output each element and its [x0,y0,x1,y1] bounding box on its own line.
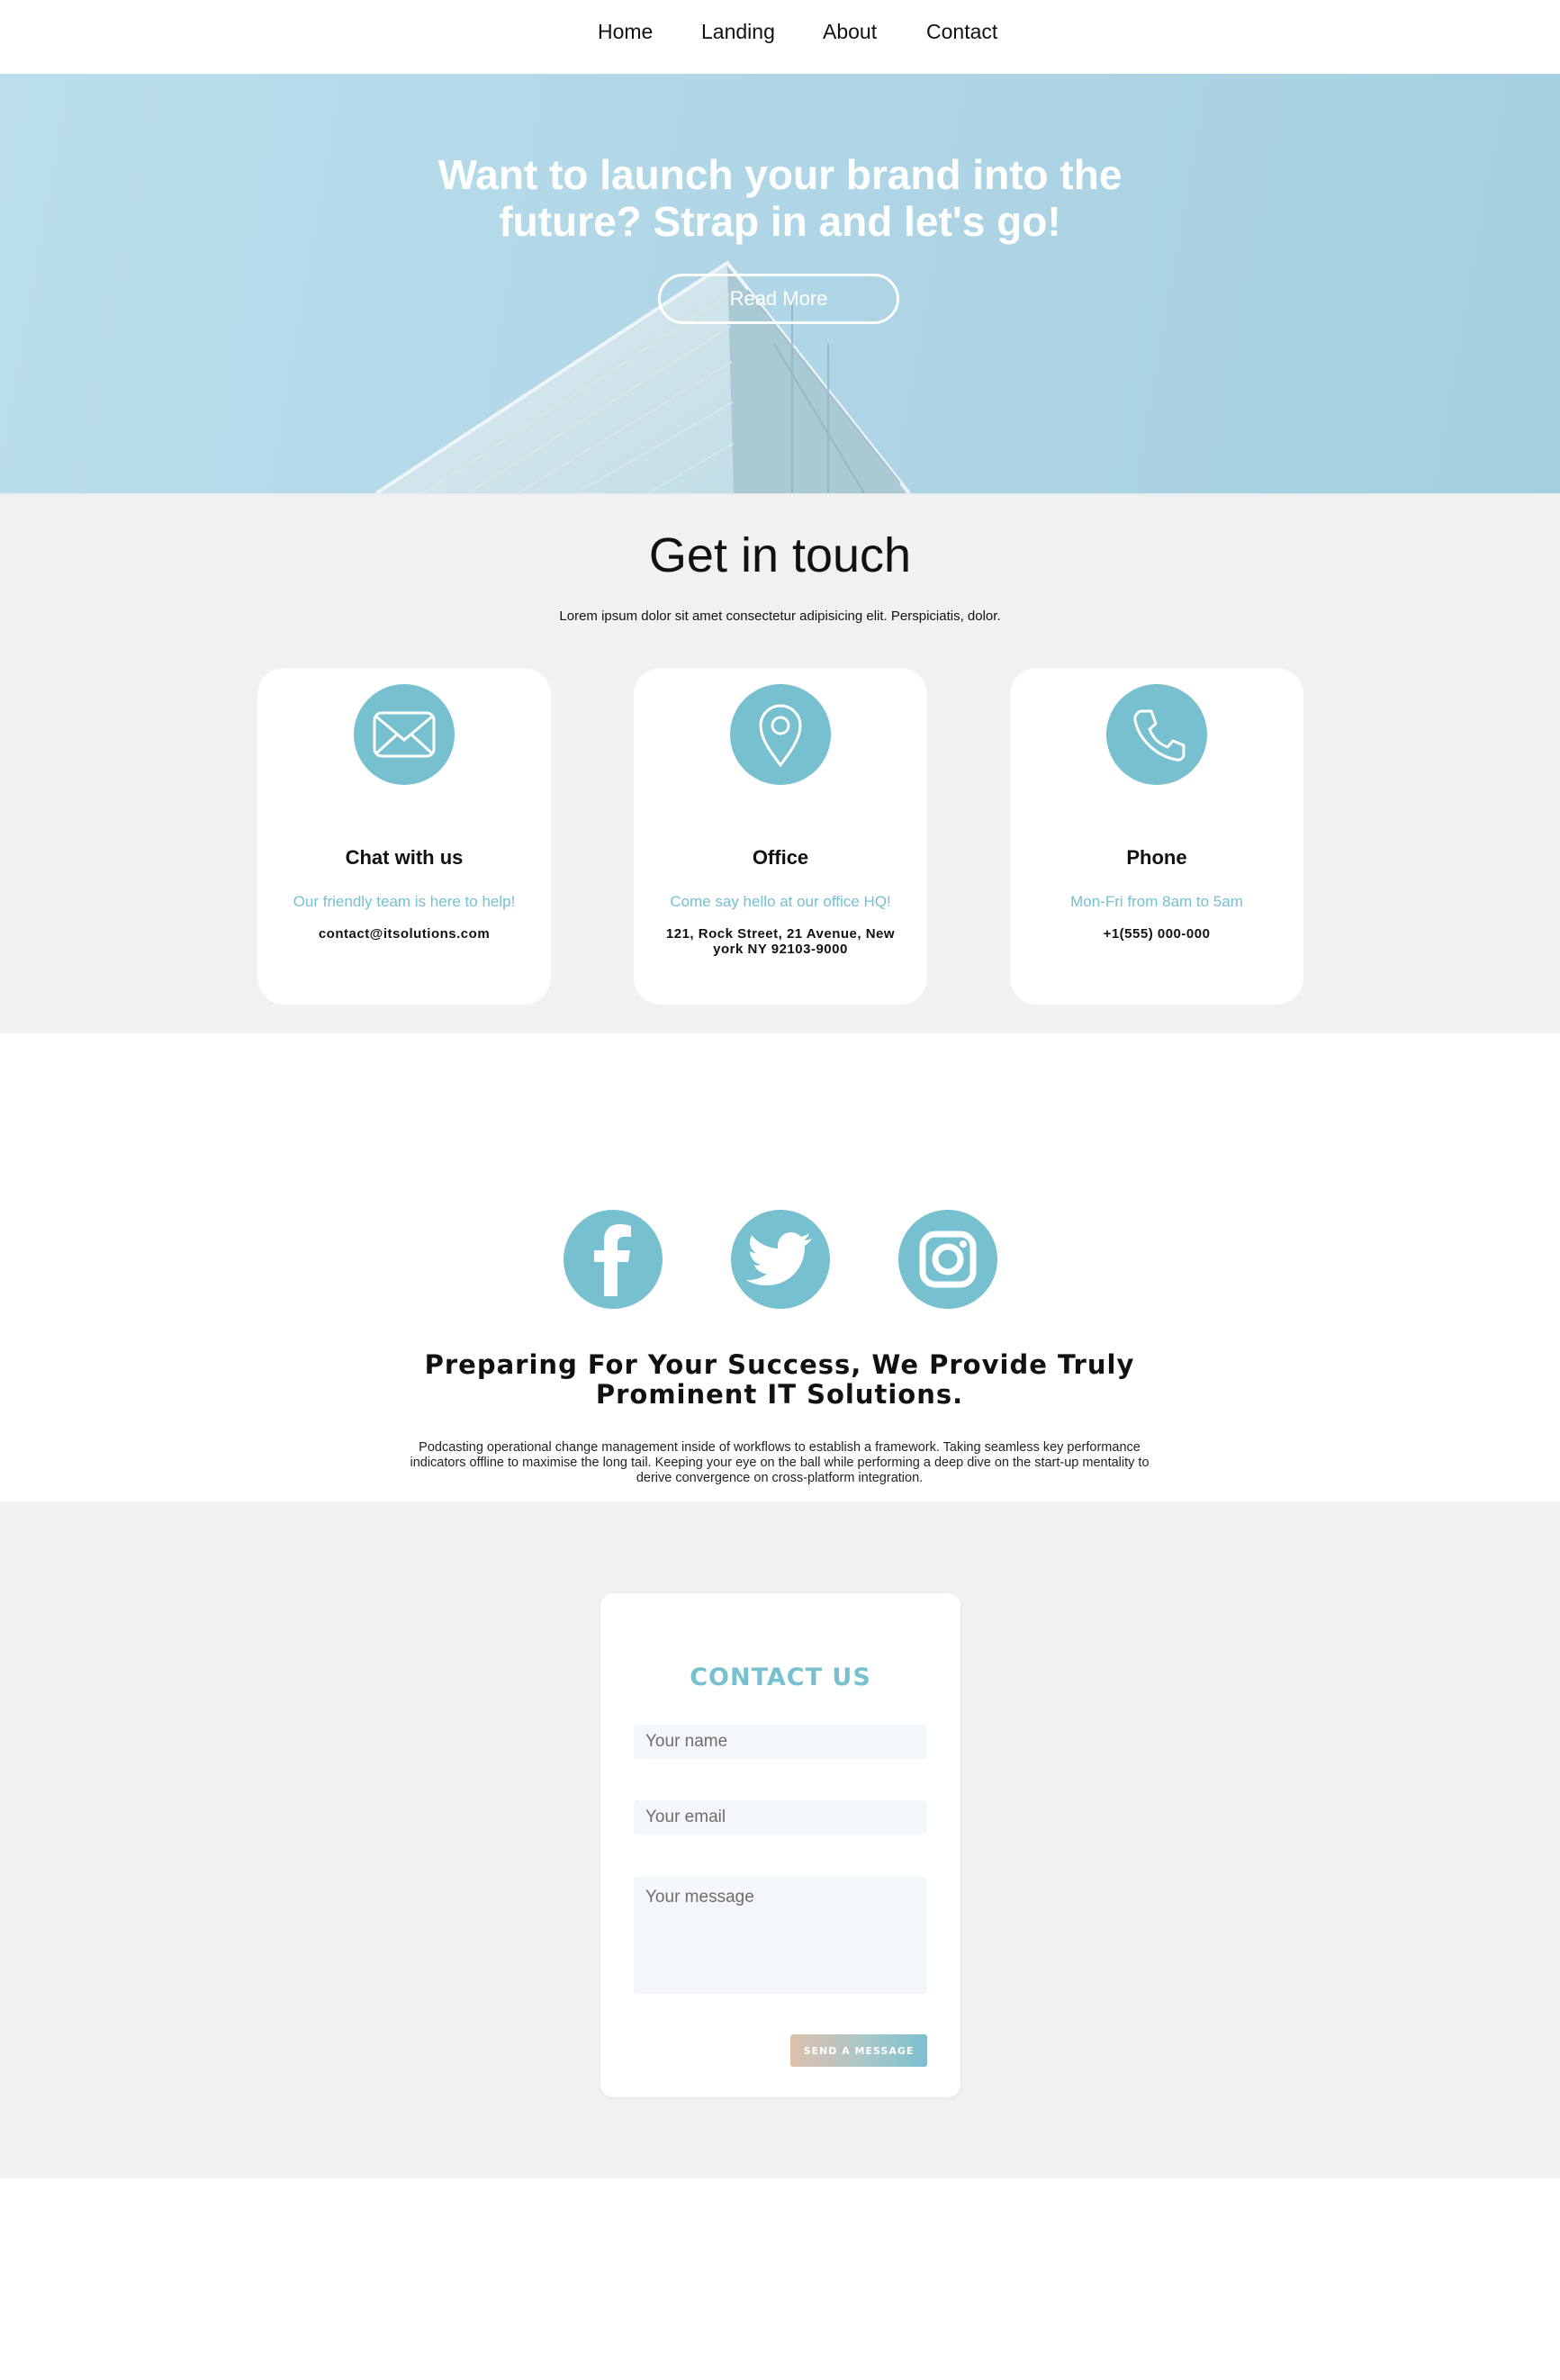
hero-headline: Want to launch your brand into the futur… [360,151,1200,245]
twitter-icon[interactable] [731,1210,830,1309]
card-description: Our friendly team is here to help! [293,893,516,910]
email-address[interactable]: contact@itsolutions.com [275,926,533,942]
instagram-icon[interactable] [898,1210,997,1309]
envelope-icon [354,684,455,785]
nav-about-link[interactable]: About [823,20,877,44]
contact-form: CONTACT US SEND A MESSAGE [600,1593,960,2097]
social-section: Preparing For Your Success, We Provide T… [0,1033,1560,1501]
phone-card: Phone Mon-Fri from 8am to 5am +1(555) 00… [1010,668,1303,1005]
nav-home-link[interactable]: Home [598,20,653,44]
card-description: Come say hello at our office HQ! [670,893,891,910]
top-navigation: Home Landing About Contact [0,0,1560,74]
get-in-touch-section: Get in touch Lorem ipsum dolor sit amet … [0,495,1560,1033]
section-subtitle: Lorem ipsum dolor sit amet consectetur a… [559,609,1001,624]
section-title: Get in touch [648,528,912,582]
nav-contact-link[interactable]: Contact [926,20,997,44]
name-input[interactable] [634,1725,927,1759]
office-address: 121, Rock Street, 21 Avenue, New york NY… [665,926,896,957]
tagline-line1: Preparing For Your Success, We Provide T… [424,1349,1135,1380]
phone-icon [1106,684,1207,785]
location-pin-icon [730,684,831,785]
chat-card: Chat with us Our friendly team is here t… [257,668,551,1005]
email-input[interactable] [634,1800,927,1835]
tagline-line2: Prominent IT Solutions. [595,1379,964,1410]
card-title: Office [752,846,809,869]
contact-section: CONTACT US SEND A MESSAGE [0,1501,1560,2178]
hero-headline-line1: Want to launch your brand into the [437,151,1123,198]
card-description: Mon-Fri from 8am to 5am [1070,893,1243,910]
tagline-heading: Preparing For Your Success, We Provide T… [419,1350,1140,1410]
nav-landing-link[interactable]: Landing [701,20,775,44]
read-more-button[interactable]: Read More [658,274,899,324]
office-card: Office Come say hello at our office HQ! … [634,668,927,1005]
card-title: Chat with us [345,846,464,869]
send-message-button[interactable]: SEND A MESSAGE [790,2034,927,2067]
contact-form-title: CONTACT US [690,1663,871,1691]
phone-number[interactable]: +1(555) 000-000 [1028,926,1285,942]
hero-banner: Want to launch your brand into the futur… [0,74,1560,493]
message-textarea[interactable] [634,1877,927,1994]
hero-headline-line2: future? Strap in and let's go! [499,198,1061,245]
card-title: Phone [1126,846,1187,869]
tagline-paragraph: Podcasting operational change management… [410,1440,1150,1485]
facebook-icon[interactable] [564,1210,663,1309]
